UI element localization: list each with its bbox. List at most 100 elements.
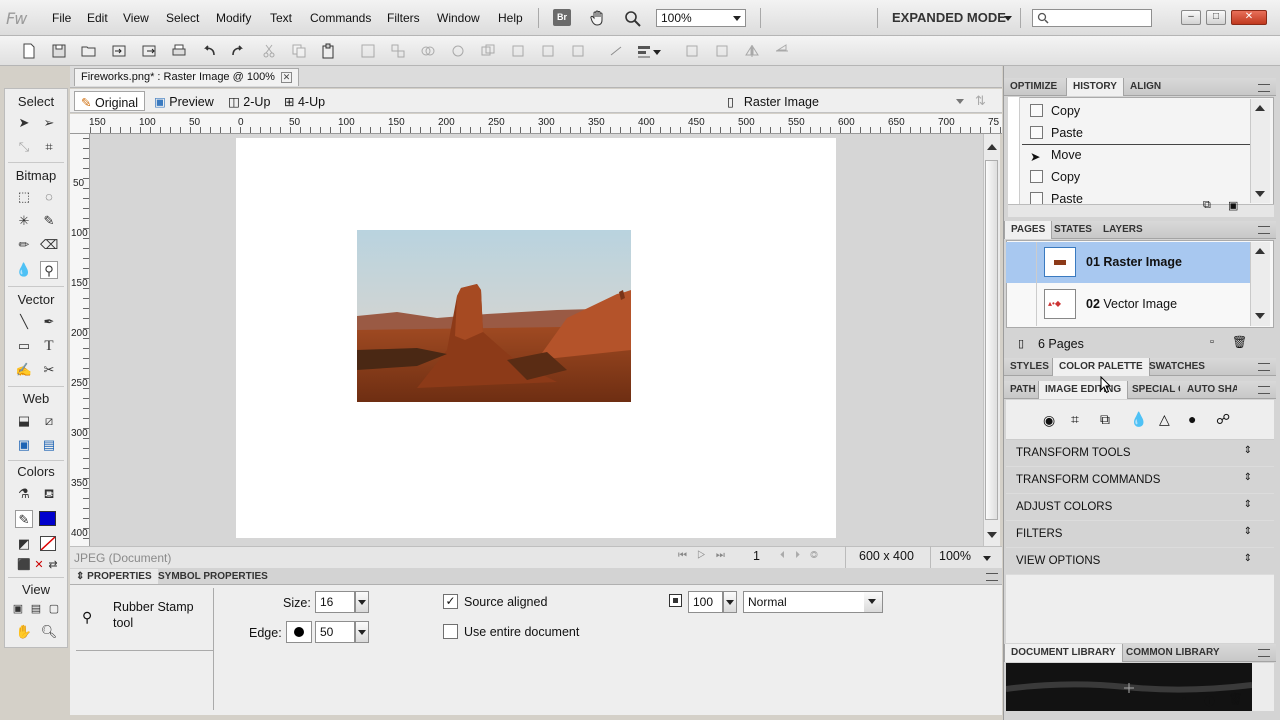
- export-icon[interactable]: [141, 43, 157, 59]
- page-row[interactable]: ▴•◆ 02 Vector Image: [1006, 284, 1250, 325]
- tab-optimize[interactable]: OPTIMIZE: [1004, 78, 1063, 96]
- frame-controls[interactable]: ⏮▷⏭: [678, 550, 735, 561]
- section-filters[interactable]: FILTERS ⇕: [1006, 521, 1274, 548]
- copy-steps-icon[interactable]: ⧉: [1203, 199, 1211, 212]
- tab-4up[interactable]: ⊞ 4-Up: [278, 91, 331, 111]
- tab-original[interactable]: ✎ Original: [74, 91, 146, 111]
- panel-menu-icon[interactable]: [1258, 363, 1270, 371]
- size-stepper[interactable]: [355, 591, 369, 613]
- source-aligned-checkbox[interactable]: ✓: [443, 594, 458, 609]
- panel-menu-icon[interactable]: [1258, 386, 1270, 394]
- tab-path[interactable]: PATH: [1004, 381, 1042, 399]
- panel-menu-icon[interactable]: [1258, 649, 1270, 657]
- tab-pages[interactable]: PAGES: [1004, 221, 1053, 239]
- lasso-tool-icon[interactable]: ◌: [40, 188, 58, 206]
- undo-icon[interactable]: [201, 43, 217, 59]
- menu-modify[interactable]: Modify: [216, 11, 251, 25]
- line-tool-icon[interactable]: ╲: [15, 313, 33, 331]
- workspace-mode-select[interactable]: EXPANDED MODE: [892, 10, 1006, 25]
- bridge-icon[interactable]: Br: [553, 9, 571, 26]
- frame-nav[interactable]: ⏴⏵◎: [780, 550, 828, 561]
- pen-tool-icon[interactable]: ✒: [40, 313, 58, 331]
- text-tool-icon[interactable]: T: [40, 337, 58, 355]
- magic-wand-tool-icon[interactable]: ✳: [15, 212, 33, 230]
- scale-tool-icon[interactable]: ⤡: [15, 138, 33, 156]
- ungroup-icon[interactable]: [390, 43, 406, 59]
- raster-image[interactable]: [357, 230, 631, 402]
- sharpen-icon[interactable]: △: [1159, 411, 1170, 428]
- hand-tool-icon[interactable]: ✋: [15, 623, 33, 641]
- scrollbar-thumb[interactable]: [985, 160, 998, 520]
- save-steps-icon[interactable]: ▣: [1228, 199, 1238, 212]
- pointer-tool-icon[interactable]: ➤: [15, 114, 33, 132]
- menu-commands[interactable]: Commands: [310, 11, 371, 25]
- tab-styles[interactable]: STYLES: [1004, 358, 1055, 376]
- history-slider[interactable]: [1008, 97, 1020, 207]
- zoom-icon[interactable]: [624, 10, 642, 31]
- menu-file[interactable]: File: [52, 11, 71, 25]
- rubber-stamp-tool-icon[interactable]: ⚲: [40, 261, 58, 279]
- show-slices-icon[interactable]: ▤: [40, 436, 58, 454]
- full-screen-icon[interactable]: ▢: [45, 600, 63, 618]
- cut-icon[interactable]: [261, 43, 277, 59]
- document-tab[interactable]: Fireworks.png* : Raster Image @ 100% ✕: [74, 68, 299, 86]
- tab-image-editing[interactable]: IMAGE EDITING: [1038, 381, 1129, 399]
- split-icon[interactable]: [450, 43, 466, 59]
- eraser-tool-icon[interactable]: ⌫: [40, 236, 58, 254]
- section-adjust-colors[interactable]: ADJUST COLORS ⇕: [1006, 494, 1274, 521]
- import-icon[interactable]: [111, 43, 127, 59]
- opacity-stepper[interactable]: [723, 591, 737, 613]
- print-icon[interactable]: [171, 43, 187, 59]
- section-view-options[interactable]: VIEW OPTIONS ⇕: [1006, 548, 1274, 575]
- fill-color-swatch[interactable]: [39, 511, 56, 526]
- menu-help[interactable]: Help: [498, 11, 523, 25]
- save-icon[interactable]: [51, 43, 67, 59]
- slice-tool-icon[interactable]: ⧄: [40, 412, 58, 430]
- paste-icon[interactable]: [320, 43, 336, 59]
- resample-icon[interactable]: ⧉: [1100, 411, 1110, 428]
- union-icon[interactable]: [480, 43, 496, 59]
- new-symbol-icon[interactable]: ▫: [1182, 693, 1186, 705]
- history-item[interactable]: Paste: [1022, 122, 1250, 144]
- freeform-tool-icon[interactable]: ✍: [15, 361, 33, 379]
- search-input[interactable]: [1032, 9, 1152, 27]
- standard-screen-icon[interactable]: ▣: [9, 600, 27, 618]
- section-transform-tools[interactable]: TRANSFORM TOOLS ⇕: [1006, 440, 1274, 467]
- history-item[interactable]: Copy: [1022, 100, 1250, 122]
- eye-icon[interactable]: ◉: [1043, 412, 1055, 429]
- edge-preview[interactable]: [286, 621, 312, 643]
- scroll-up-icon[interactable]: [987, 144, 997, 150]
- tab-color-palette[interactable]: COLOR PALETTE: [1052, 358, 1150, 376]
- bring-forward-icon[interactable]: [608, 43, 624, 59]
- menu-select[interactable]: Select: [166, 11, 199, 25]
- use-entire-document-checkbox[interactable]: [443, 624, 458, 639]
- panel-menu-icon[interactable]: [1258, 226, 1270, 234]
- minimize-button[interactable]: –: [1181, 10, 1201, 25]
- close-icon[interactable]: ✕: [280, 72, 292, 83]
- new-document-icon[interactable]: [21, 43, 37, 59]
- punch-icon[interactable]: [540, 43, 556, 59]
- tab-history[interactable]: HISTORY: [1066, 78, 1124, 96]
- tab-properties[interactable]: ⇕ PROPERTIES: [70, 569, 158, 584]
- page-options-icon[interactable]: ⇅: [975, 93, 986, 109]
- crop-tool-icon[interactable]: ⌗: [40, 138, 58, 156]
- burn-icon[interactable]: ●: [1188, 411, 1196, 427]
- menu-view[interactable]: View: [123, 11, 149, 25]
- brush-tool-icon[interactable]: ✎: [40, 212, 58, 230]
- copy-icon[interactable]: [291, 43, 307, 59]
- edge-stepper[interactable]: [355, 621, 369, 643]
- swap-icon[interactable]: ⇄: [44, 556, 62, 574]
- align-icon[interactable]: [636, 43, 652, 59]
- panel-menu-icon[interactable]: [1258, 84, 1270, 92]
- page-row-selected[interactable]: 01 Raster Image: [1006, 242, 1250, 283]
- page-selector[interactable]: ▯ Raster Image: [727, 94, 819, 109]
- no-color-icon[interactable]: [40, 536, 56, 551]
- hand-icon[interactable]: [589, 9, 607, 30]
- scroll-down-icon[interactable]: [987, 532, 997, 538]
- menu-edit[interactable]: Edit: [87, 11, 108, 25]
- library-scrollbar[interactable]: [1252, 663, 1274, 711]
- zoom-tool-icon[interactable]: 🔍︎: [40, 623, 58, 641]
- tab-states[interactable]: STATES: [1048, 221, 1098, 239]
- blur-icon[interactable]: 💧: [1130, 411, 1147, 428]
- crop-icon[interactable]: ⌗: [1071, 411, 1079, 428]
